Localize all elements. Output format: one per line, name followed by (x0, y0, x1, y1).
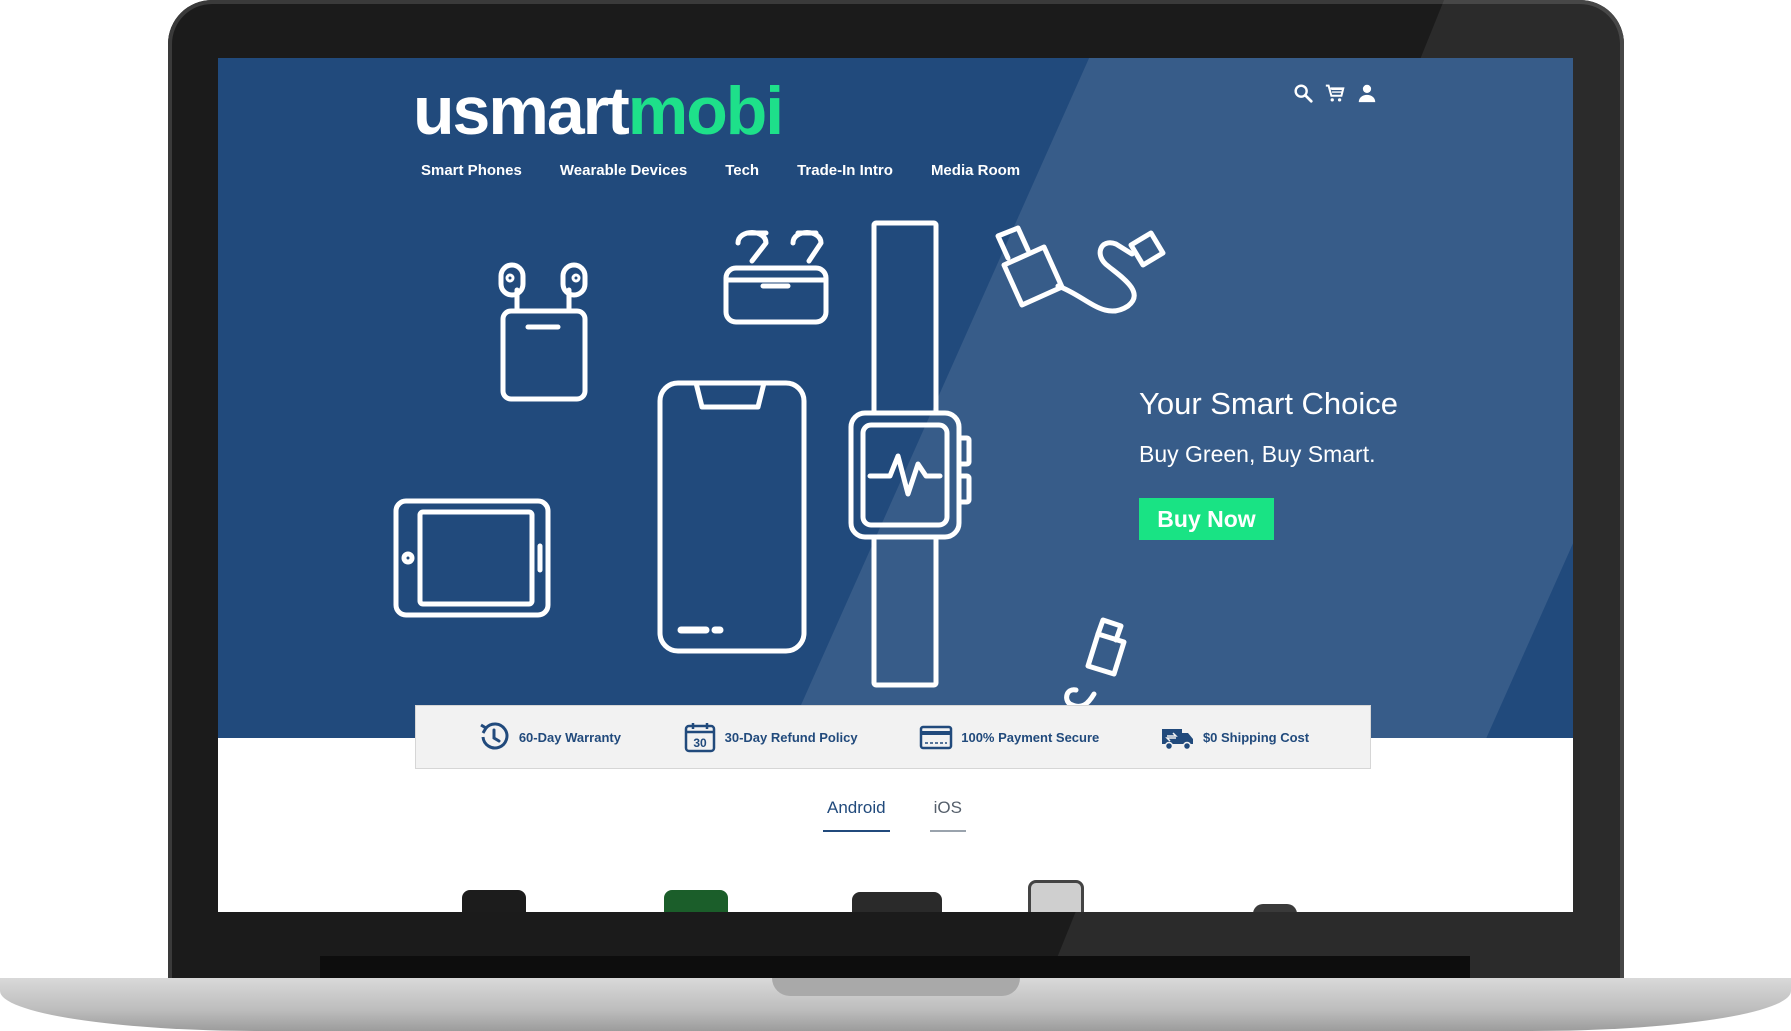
features-bar: 60-Day Warranty 30 30-Day Refund Policy … (415, 705, 1371, 769)
product-thumb[interactable] (1253, 904, 1297, 912)
hero-section: usmartmobi Smart Phones Wearable Devices… (218, 58, 1573, 738)
feature-warranty: 60-Day Warranty (477, 720, 621, 754)
product-thumb[interactable] (462, 890, 526, 912)
tab-ios[interactable]: iOS (929, 798, 966, 832)
smartwatch-icon (848, 220, 972, 688)
airpods-pro-icon (723, 230, 829, 325)
usb-plug-icon (1064, 617, 1127, 709)
feature-refund-label: 30-Day Refund Policy (724, 729, 858, 745)
feature-refund: 30 30-Day Refund Policy (683, 720, 858, 754)
product-thumb[interactable] (664, 890, 728, 912)
laptop-base-notch (772, 978, 1020, 996)
feature-payment-label: 100% Payment Secure (961, 729, 1100, 745)
tab-android[interactable]: Android (823, 798, 890, 832)
laptop-screen: usmartmobi Smart Phones Wearable Devices… (218, 58, 1573, 912)
credit-card-icon (919, 725, 953, 750)
earbuds-case-icon (498, 262, 588, 402)
hero-subtitle: Buy Green, Buy Smart. (1139, 441, 1376, 467)
calendar-badge: 30 (693, 736, 707, 750)
tablet-icon (393, 498, 551, 618)
buy-now-button[interactable]: Buy Now (1139, 498, 1274, 540)
feature-warranty-label: 60-Day Warranty (518, 729, 621, 745)
smartphone-icon (657, 380, 807, 654)
product-thumb[interactable] (1028, 880, 1084, 912)
shipping-truck-icon (1161, 729, 1193, 751)
hero-title: Your Smart Choice (1139, 386, 1399, 421)
refund-calendar-icon: 30 (684, 723, 715, 753)
feature-payment: 100% Payment Secure (919, 720, 1099, 754)
product-thumb[interactable] (852, 892, 942, 912)
os-tabs: Android iOS (823, 798, 966, 832)
warranty-clock-icon (480, 722, 509, 750)
usb-cable-icon (995, 225, 1166, 314)
laptop-hinge (320, 956, 1470, 978)
feature-shipping-label: $0 Shipping Cost (1202, 729, 1310, 745)
feature-shipping: $0 Shipping Cost (1161, 720, 1309, 754)
